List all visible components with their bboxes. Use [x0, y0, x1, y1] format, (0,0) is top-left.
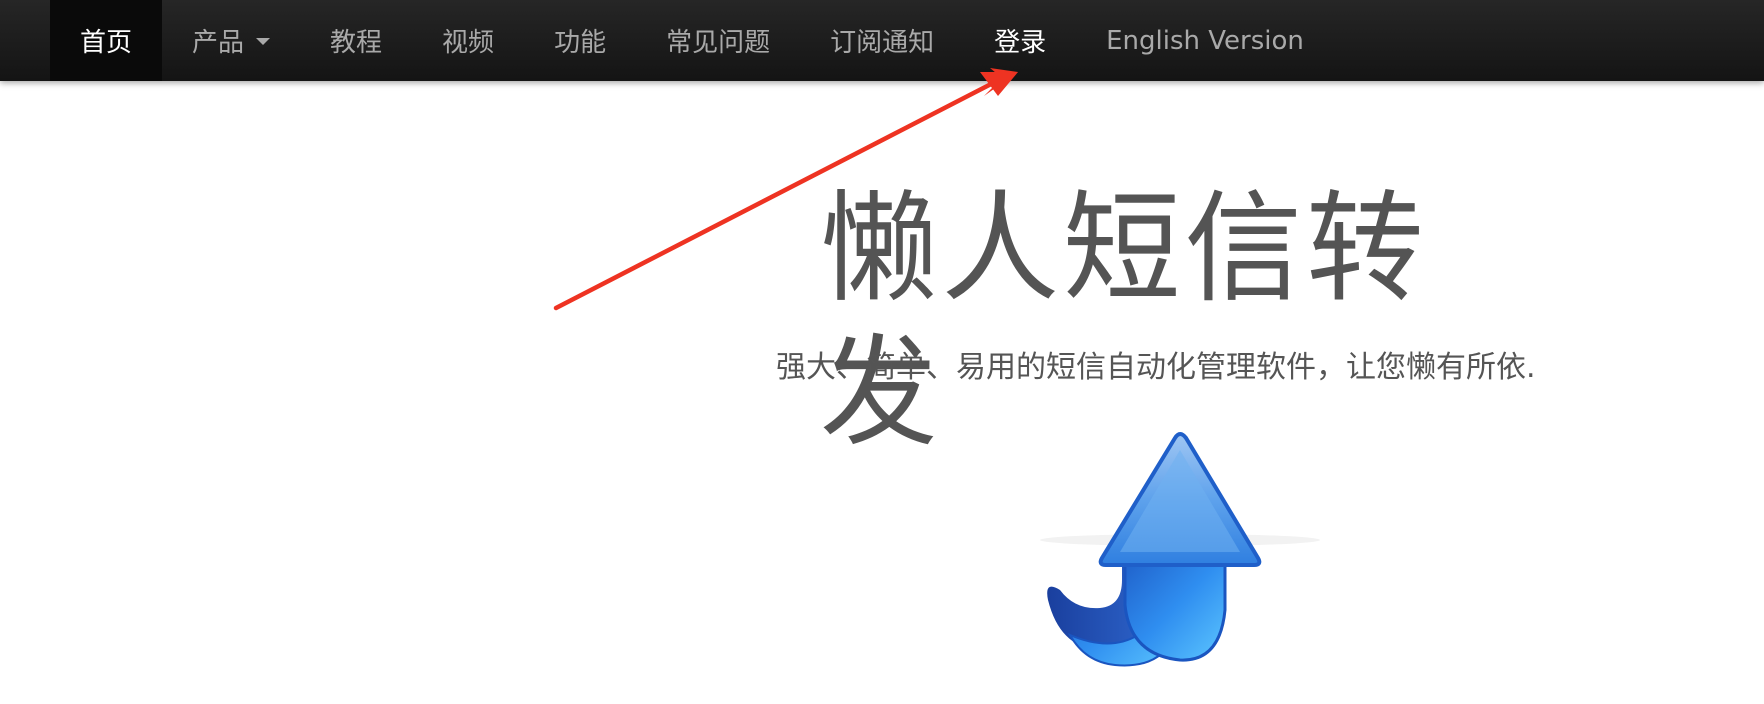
nav-item-tutorials[interactable]: 教程 [300, 0, 412, 81]
nav-item-label: 功能 [554, 28, 607, 58]
nav-item-label: 订阅通知 [830, 28, 935, 58]
nav-item-label: 产品 [192, 28, 245, 58]
nav-item-label: 常见问题 [666, 28, 771, 58]
nav-item-features[interactable]: 功能 [524, 0, 636, 81]
nav-item-label: 视频 [442, 28, 495, 58]
nav-menu: 首页 产品 教程 视频 功能 常见问题 订阅通知 登录 English Vers… [50, 0, 1334, 81]
nav-item-english-version[interactable]: English Version [1076, 0, 1334, 81]
hero-subtitle: 强大、简单、易用的短信自动化管理软件，让您懒有所依. [776, 350, 1536, 385]
nav-item-label: 教程 [330, 28, 383, 58]
nav-item-login[interactable]: 登录 [964, 0, 1076, 81]
nav-item-label: 登录 [994, 28, 1047, 58]
caret-down-icon [256, 38, 271, 45]
nav-item-home[interactable]: 首页 [50, 0, 163, 81]
nav-item-videos[interactable]: 视频 [412, 0, 524, 81]
nav-item-label: English Version [1106, 25, 1304, 56]
nav-item-subscribe[interactable]: 订阅通知 [800, 0, 964, 81]
blue-up-arrow-icon [1040, 432, 1320, 667]
nav-item-label: 首页 [80, 28, 133, 58]
top-navbar: 首页 产品 教程 视频 功能 常见问题 订阅通知 登录 English Vers… [0, 0, 1764, 81]
nav-item-faq[interactable]: 常见问题 [636, 0, 800, 81]
hero-title: 懒人短信转发 [820, 180, 1428, 463]
nav-item-products[interactable]: 产品 [162, 0, 300, 81]
